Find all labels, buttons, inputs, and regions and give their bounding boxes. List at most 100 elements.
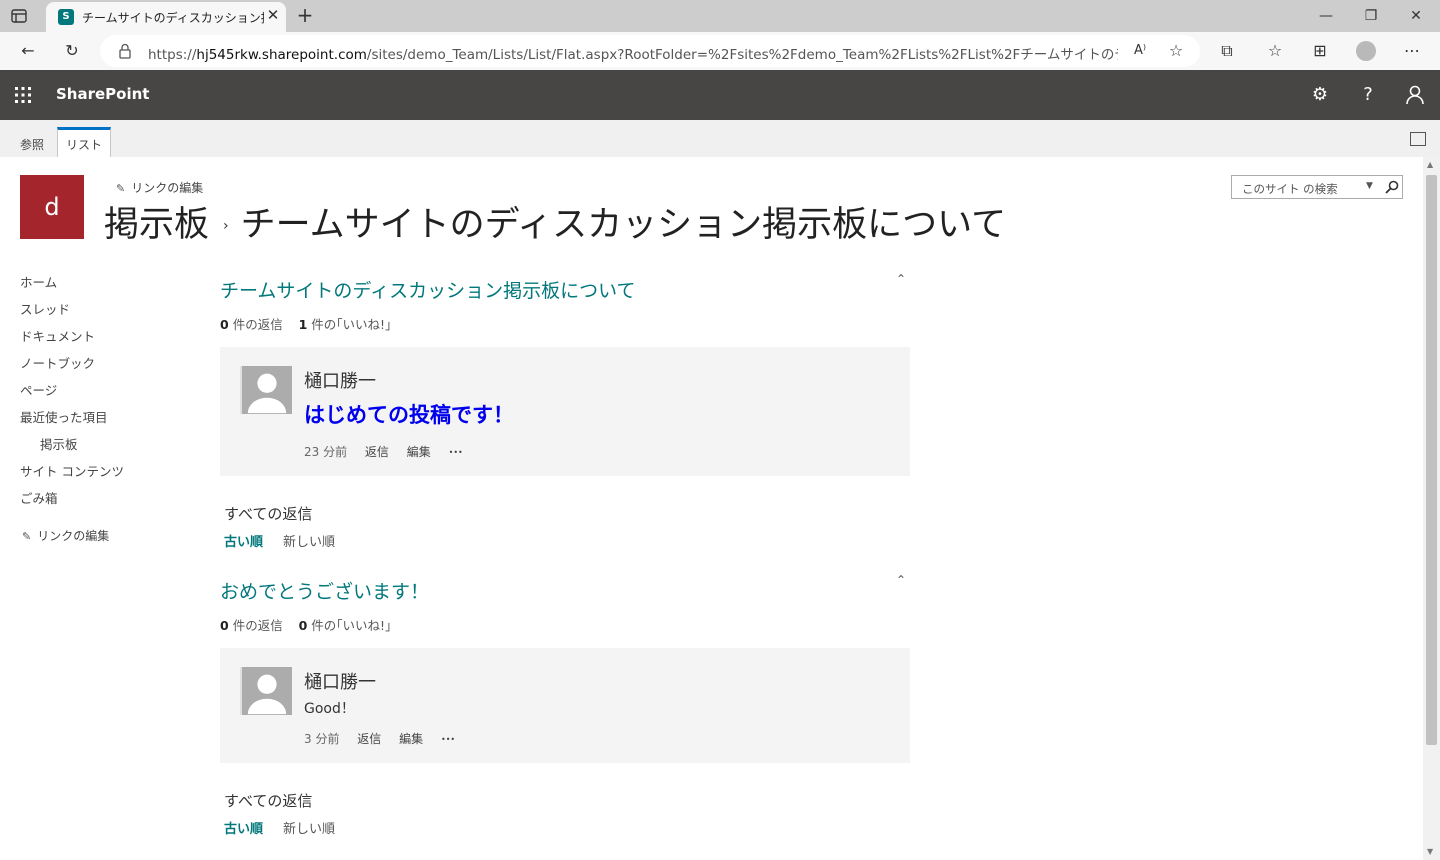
sort-newest-button[interactable]: 新しい順 — [283, 822, 335, 837]
search-icon[interactable] — [1384, 179, 1400, 195]
post-title[interactable]: チームサイトのディスカッション掲示板について — [220, 276, 636, 303]
all-replies-heading: すべての返信 — [224, 505, 313, 523]
browser-toolbar: ← ↻ https://hj545rkw.sharepoint.com/site… — [0, 32, 1440, 70]
edit-links-label: リンクの編集 — [131, 181, 204, 195]
app-launcher-icon[interactable] — [14, 86, 32, 104]
new-tab-icon[interactable]: + — [296, 5, 314, 25]
tab-actions-icon[interactable] — [10, 7, 28, 25]
account-icon[interactable] — [1404, 84, 1426, 106]
post-counts: 0 件の返信 1 件の｢いいね!｣ — [220, 314, 391, 333]
like-count: 0 — [298, 618, 308, 633]
profile-avatar-icon[interactable] — [1356, 41, 1376, 61]
edit-links-top[interactable]: ✎ リンクの編集 — [116, 179, 203, 196]
like-count-label[interactable]: 件の｢いいね!｣ — [311, 618, 391, 633]
more-options-icon[interactable]: ••• — [441, 735, 455, 744]
avatar[interactable] — [240, 366, 292, 414]
brand-name[interactable]: SharePoint — [56, 85, 149, 103]
back-icon[interactable]: ← — [18, 41, 38, 61]
nav-item-recycle-bin[interactable]: ごみ箱 — [20, 488, 58, 507]
post-counts: 0 件の返信 0 件の｢いいね!｣ — [220, 615, 391, 634]
edit-button[interactable]: 編集 — [407, 445, 431, 459]
tab-list[interactable]: リスト — [57, 127, 112, 157]
collapse-chevron-up-icon[interactable]: ⌃ — [895, 272, 907, 286]
browser-tab[interactable]: S チームサイトのディスカッション掲示板について ✕ — [46, 2, 286, 32]
page-title: 掲示板 › チームサイトのディスカッション掲示板について — [104, 196, 1006, 247]
add-favorite-icon[interactable]: ☆ — [1166, 41, 1186, 61]
address-bar[interactable]: https://hj545rkw.sharepoint.com/sites/de… — [100, 35, 1200, 67]
focus-content-icon[interactable] — [1410, 132, 1426, 146]
post-actions: 23 分前 返信 編集 ••• — [304, 443, 477, 460]
pencil-icon: ✎ — [116, 182, 126, 195]
scroll-down-icon[interactable]: ▼ — [1427, 847, 1433, 856]
avatar[interactable] — [240, 667, 292, 715]
nav-item-notebook[interactable]: ノートブック — [20, 353, 95, 372]
nav-item-threads[interactable]: スレッド — [20, 299, 70, 318]
post-body: はじめての投稿です！ — [304, 403, 514, 427]
scrollbar-thumb[interactable] — [1426, 175, 1437, 745]
url-text[interactable]: https://hj545rkw.sharepoint.com/sites/de… — [148, 43, 1118, 63]
nav-item-recent[interactable]: 最近使った項目 — [20, 407, 108, 426]
help-icon[interactable]: ? — [1357, 84, 1379, 106]
nav-edit-links[interactable]: ✎ リンクの編集 — [22, 527, 109, 544]
sort-newest-button[interactable]: 新しい順 — [283, 535, 335, 550]
minimize-icon[interactable]: — — [1316, 6, 1336, 26]
sort-options: 古い順 新しい順 — [224, 818, 335, 837]
read-aloud-icon[interactable]: A⁾ — [1130, 41, 1150, 61]
sort-oldest-button[interactable]: 古い順 — [224, 822, 263, 837]
search-placeholder: このサイト の検索 — [1242, 182, 1338, 196]
close-window-icon[interactable]: ✕ — [1406, 6, 1426, 26]
close-tab-icon[interactable]: ✕ — [266, 8, 280, 23]
browser-tab-strip: S チームサイトのディスカッション掲示板について ✕ + — ❐ ✕ — [0, 0, 1440, 32]
nav-item-pages[interactable]: ページ — [20, 380, 57, 399]
more-options-icon[interactable]: ••• — [449, 448, 463, 457]
collapse-chevron-up-icon[interactable]: ⌃ — [895, 573, 907, 587]
post-author[interactable]: 樋口勝一 — [304, 668, 376, 694]
page-scrollbar[interactable]: ▲ ▼ — [1423, 157, 1440, 860]
like-count: 1 — [298, 317, 308, 332]
nav-item-discussion-board[interactable]: 掲示板 — [40, 434, 78, 453]
settings-gear-icon[interactable]: ⚙ — [1309, 84, 1331, 106]
scroll-up-icon[interactable]: ▲ — [1427, 160, 1433, 169]
like-count-label[interactable]: 件の｢いいね!｣ — [311, 317, 391, 332]
post-body: Good！ — [304, 701, 355, 717]
search-scope-dropdown-icon[interactable]: ▼ — [1366, 181, 1373, 191]
post-title[interactable]: おめでとうございます！ — [220, 577, 429, 604]
breadcrumb-current: チームサイトのディスカッション掲示板について — [240, 205, 1007, 245]
post-time[interactable]: 3 分前 — [304, 732, 339, 746]
suite-bar: SharePoint ⚙ ? — [0, 70, 1440, 120]
reply-button[interactable]: 返信 — [365, 445, 389, 459]
site-search-input[interactable]: このサイト の検索 ▼ — [1231, 175, 1403, 199]
refresh-icon[interactable]: ↻ — [62, 41, 82, 61]
nav-edit-links-label: リンクの編集 — [37, 529, 110, 543]
pencil-icon: ✎ — [22, 530, 32, 543]
tab-browse[interactable]: 参照 — [16, 130, 48, 157]
reply-count-label: 件の返信 — [232, 618, 283, 633]
sort-options: 古い順 新しい順 — [224, 531, 335, 550]
reply-count: 0 — [220, 317, 229, 332]
post-author[interactable]: 樋口勝一 — [304, 367, 376, 393]
favorites-icon[interactable]: ☆ — [1265, 41, 1285, 61]
url-prefix: https:// — [148, 47, 197, 63]
ribbon-tabs: 参照 リスト — [0, 120, 1440, 157]
site-logo[interactable]: d — [20, 175, 84, 239]
post-card: 樋口勝一 はじめての投稿です！ 23 分前 返信 編集 ••• — [220, 347, 910, 476]
post-card: 樋口勝一 Good！ 3 分前 返信 編集 ••• — [220, 648, 910, 763]
nav-item-documents[interactable]: ドキュメント — [20, 326, 95, 345]
extensions-icon[interactable]: ⧉ — [1217, 41, 1237, 61]
post-time[interactable]: 23 分前 — [304, 445, 347, 459]
nav-item-site-contents[interactable]: サイト コンテンツ — [20, 461, 124, 480]
all-replies-heading: すべての返信 — [224, 792, 313, 810]
sort-oldest-button[interactable]: 古い順 — [224, 535, 263, 550]
breadcrumb-list[interactable]: 掲示板 — [104, 205, 209, 245]
post-actions: 3 分前 返信 編集 ••• — [304, 730, 469, 747]
reply-button[interactable]: 返信 — [357, 732, 381, 746]
sharepoint-favicon-icon: S — [58, 9, 74, 25]
tab-title: チームサイトのディスカッション掲示板について — [82, 11, 264, 25]
edit-button[interactable]: 編集 — [399, 732, 423, 746]
nav-item-home[interactable]: ホーム — [20, 272, 57, 291]
restore-icon[interactable]: ❐ — [1361, 6, 1381, 26]
collections-icon[interactable]: ⊞ — [1310, 41, 1330, 61]
lock-icon — [119, 43, 131, 59]
more-menu-icon[interactable]: ⋯ — [1402, 41, 1422, 61]
reply-count: 0 — [220, 618, 229, 633]
